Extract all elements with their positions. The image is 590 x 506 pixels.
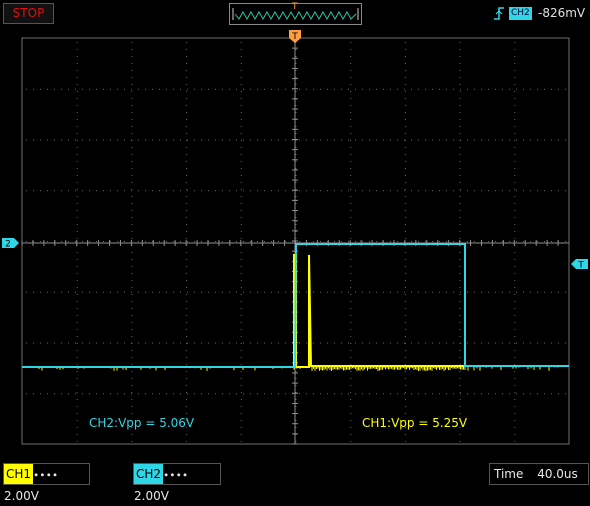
timebase-label: Time xyxy=(494,467,524,481)
trigger-level-marker[interactable]: T xyxy=(571,259,588,271)
ch2-scale-box[interactable]: CH2 ∙∙∙∙ 2.00V xyxy=(133,463,221,503)
timebase-value: 40.0us xyxy=(537,467,578,481)
trigger-position-label: T xyxy=(291,32,298,42)
ch2-scale-value: 2.00V xyxy=(134,489,169,503)
ch1-scale-value: 2.00V xyxy=(4,489,39,503)
buffer-trigger-marker: T xyxy=(292,2,298,12)
timebase-box[interactable]: Time 40.0us xyxy=(489,463,589,485)
waveform-display[interactable]: T 2 T CH2:Vpp = 5.06V CH1:Vpp = 5.25V xyxy=(0,28,590,460)
dc-coupling-icon: ∙∙∙∙ xyxy=(163,470,189,481)
top-status-bar: STOP T CH2 -826mV xyxy=(0,0,590,28)
rising-edge-icon xyxy=(494,7,504,20)
ch2-label: CH2 xyxy=(134,464,164,484)
ch2-vpp-measurement: CH2:Vpp = 5.06V xyxy=(89,416,195,430)
memory-buffer-preview[interactable]: T xyxy=(229,2,362,25)
trigger-level-label: T xyxy=(577,261,584,271)
ch2-ground-marker[interactable]: 2 xyxy=(2,238,19,250)
trigger-level-value: -826mV xyxy=(538,6,586,20)
trigger-source-badge: CH2 xyxy=(509,7,532,20)
run-state-indicator[interactable]: STOP xyxy=(3,3,54,24)
ch1-scale-box[interactable]: CH1 ∙∙∙∙ 2.00V xyxy=(3,463,90,503)
ch2-ground-label: 2 xyxy=(5,240,11,250)
trigger-panel[interactable]: CH2 -826mV xyxy=(492,4,587,23)
dc-coupling-icon: ∙∙∙∙ xyxy=(33,470,59,481)
ch1-vpp-measurement: CH1:Vpp = 5.25V xyxy=(362,416,468,430)
ch1-label: CH1 xyxy=(4,464,34,484)
